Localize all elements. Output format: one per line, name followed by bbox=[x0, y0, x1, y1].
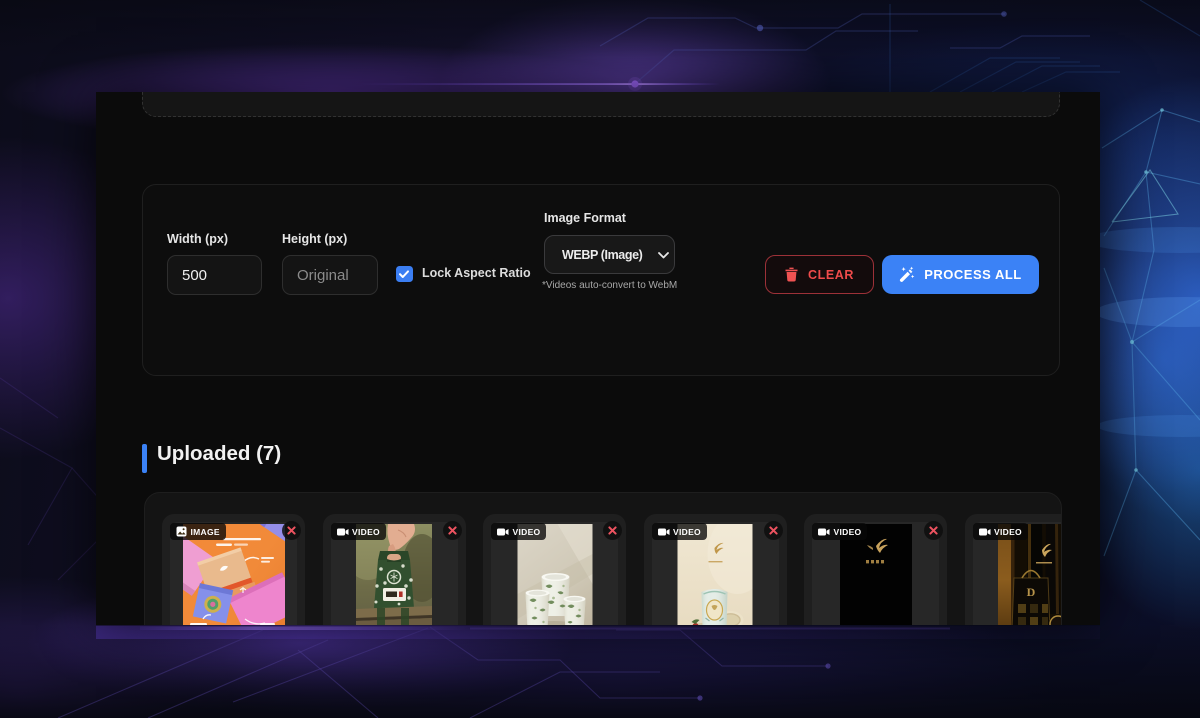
svg-text:D: D bbox=[1027, 585, 1036, 599]
